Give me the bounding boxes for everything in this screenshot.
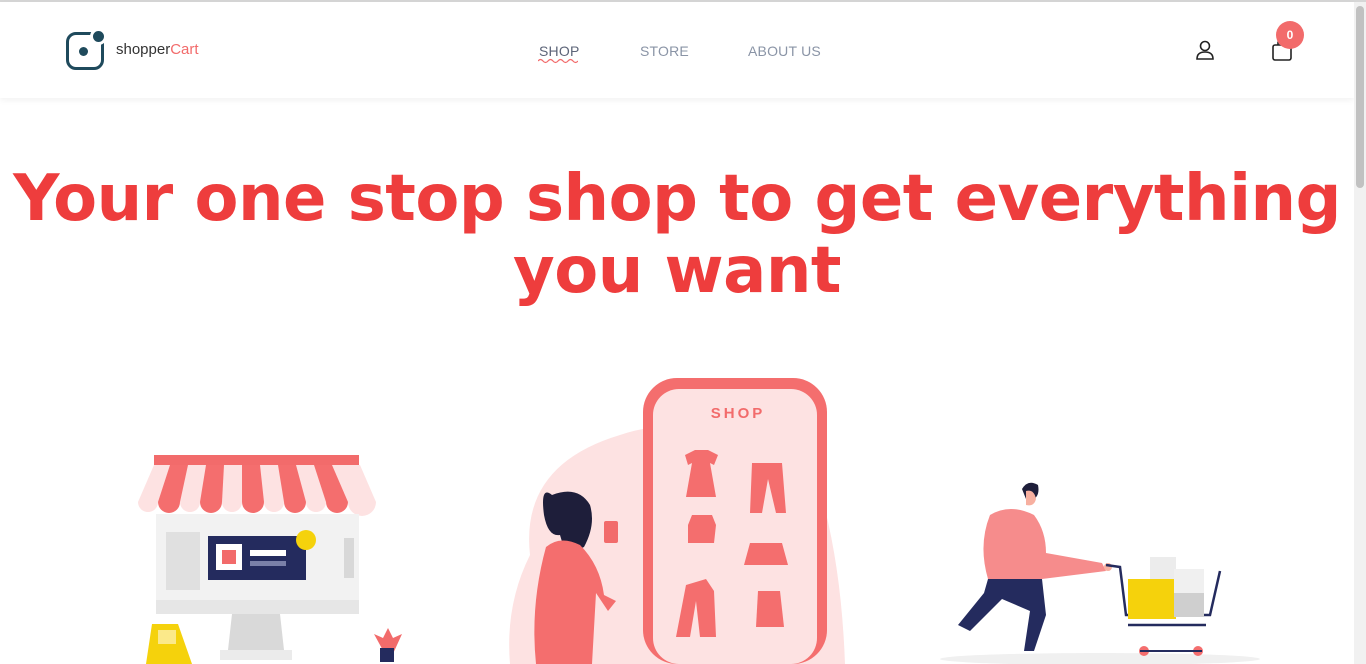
phone-shopping-illustration: SHOP bbox=[509, 378, 845, 664]
storefront-illustration bbox=[138, 455, 402, 664]
cart-count-badge: 0 bbox=[1276, 21, 1304, 49]
site-header: shopperCart SHOP STORE ABOUT US 0 bbox=[0, 2, 1354, 98]
brand-logo[interactable]: shopperCart bbox=[66, 28, 199, 70]
hero-title: Your one stop shop to get everything you… bbox=[13, 162, 1341, 308]
active-underline bbox=[538, 58, 578, 64]
scrollbar-thumb[interactable] bbox=[1356, 6, 1364, 188]
phone-shop-label: SHOP bbox=[711, 405, 766, 422]
page-scrollbar[interactable] bbox=[1354, 2, 1366, 664]
runner-cart-illustration bbox=[940, 482, 1260, 664]
nav-shop[interactable]: SHOP bbox=[539, 43, 579, 59]
nav-about-us[interactable]: ABOUT US bbox=[748, 43, 821, 59]
logo-icon bbox=[66, 28, 107, 70]
user-icon[interactable] bbox=[1194, 39, 1216, 61]
nav-store[interactable]: STORE bbox=[640, 43, 689, 59]
brand-name: shopperCart bbox=[116, 40, 199, 58]
